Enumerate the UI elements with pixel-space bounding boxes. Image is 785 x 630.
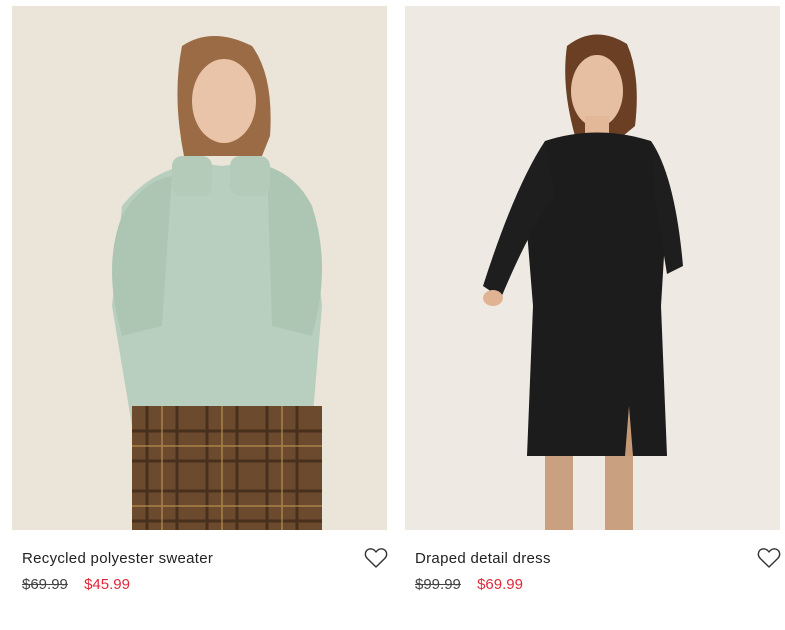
product-info: Draped detail dress $99.99 $69.99 bbox=[405, 530, 781, 610]
product-photo-dress bbox=[405, 6, 780, 530]
product-card[interactable]: Recycled polyester sweater $69.99 $45.99 bbox=[12, 6, 388, 610]
product-info: Recycled polyester sweater $69.99 $45.99 bbox=[12, 530, 388, 610]
original-price: $69.99 bbox=[22, 576, 68, 593]
product-title[interactable]: Draped detail dress bbox=[415, 550, 551, 567]
product-image[interactable] bbox=[12, 6, 387, 530]
product-image[interactable] bbox=[405, 6, 780, 530]
heart-outline-icon[interactable] bbox=[364, 547, 388, 569]
product-grid: Recycled polyester sweater $69.99 $45.99 bbox=[0, 0, 785, 630]
product-photo-sweater bbox=[12, 6, 387, 530]
product-card[interactable]: Draped detail dress $99.99 $69.99 bbox=[405, 6, 781, 610]
product-prices: $69.99 $45.99 bbox=[22, 576, 130, 593]
sale-price: $45.99 bbox=[84, 576, 130, 593]
original-price: $99.99 bbox=[415, 576, 461, 593]
heart-outline-icon[interactable] bbox=[757, 547, 781, 569]
product-title[interactable]: Recycled polyester sweater bbox=[22, 550, 213, 567]
sale-price: $69.99 bbox=[477, 576, 523, 593]
product-prices: $99.99 $69.99 bbox=[415, 576, 523, 593]
